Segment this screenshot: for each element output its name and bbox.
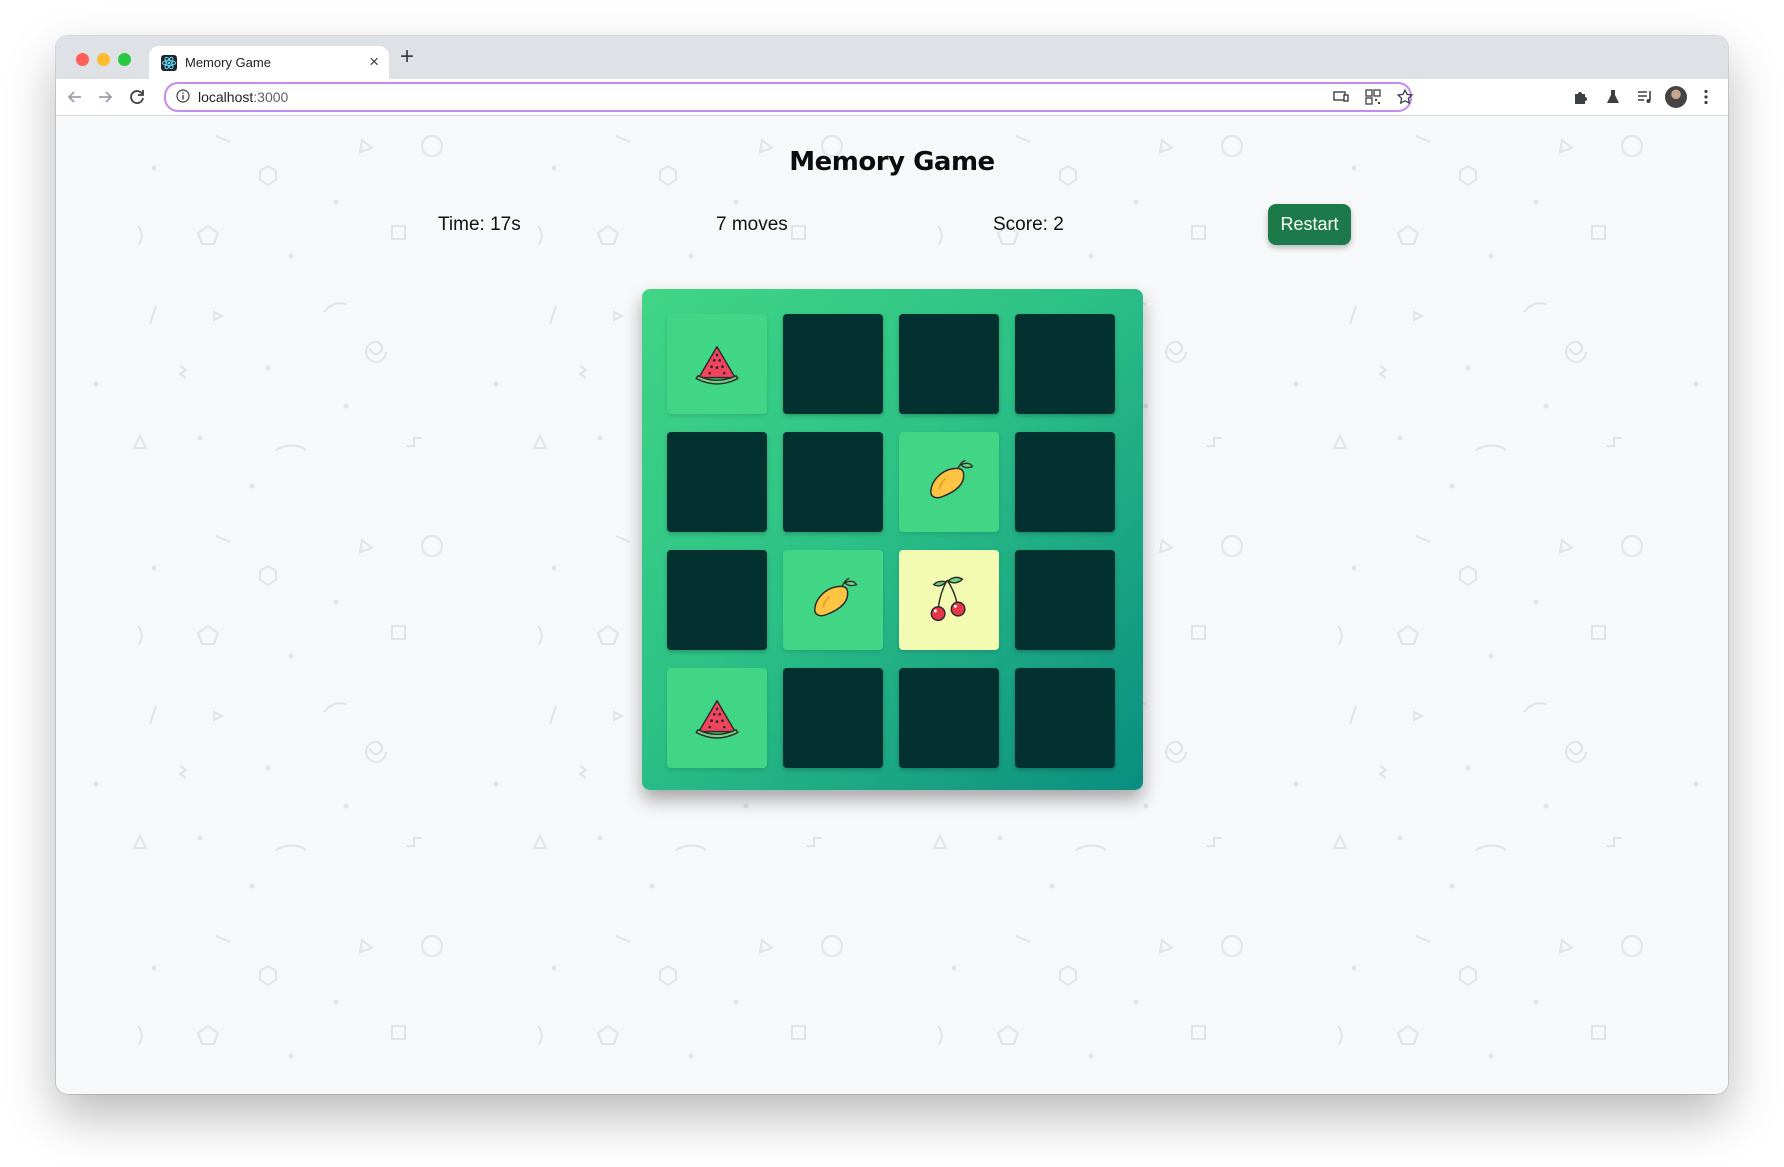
- maximize-window-button[interactable]: [118, 53, 131, 66]
- watermelon-icon: [695, 346, 739, 385]
- tab-title: Memory Game: [185, 55, 271, 70]
- browser-toolbar: localhost:3000: [56, 79, 1728, 116]
- memory-card[interactable]: [1015, 314, 1115, 414]
- forward-arrow-icon[interactable]: [94, 86, 116, 108]
- memory-card[interactable]: [783, 432, 883, 532]
- qr-code-icon[interactable]: [1364, 88, 1382, 106]
- game-board: [642, 289, 1143, 790]
- profile-avatar-icon[interactable]: [1665, 86, 1687, 108]
- memory-card[interactable]: [783, 314, 883, 414]
- new-tab-button[interactable]: +: [400, 45, 414, 69]
- minimize-window-button[interactable]: [97, 53, 110, 66]
- memory-card[interactable]: [667, 432, 767, 532]
- memory-card[interactable]: [783, 668, 883, 768]
- url-text[interactable]: localhost:3000: [198, 89, 288, 105]
- mango-icon: [930, 459, 974, 499]
- memory-card[interactable]: [667, 550, 767, 650]
- memory-card[interactable]: [667, 314, 767, 414]
- extensions-puzzle-icon[interactable]: [1571, 87, 1591, 107]
- info-icon[interactable]: [176, 89, 190, 103]
- tab-close-icon[interactable]: ×: [369, 52, 379, 72]
- watermelon-icon: [695, 700, 739, 739]
- memory-card[interactable]: [1015, 432, 1115, 532]
- score-display: Score: 2: [993, 214, 1064, 235]
- game-title: Memory Game: [789, 147, 995, 177]
- address-bar[interactable]: localhost:3000: [164, 82, 1414, 112]
- restart-button[interactable]: Restart: [1268, 204, 1351, 245]
- cast-icon[interactable]: [1332, 88, 1350, 106]
- back-arrow-icon[interactable]: [64, 86, 86, 108]
- memory-card[interactable]: [899, 314, 999, 414]
- tab-strip: Memory Game × +: [56, 36, 1728, 79]
- memory-card[interactable]: [899, 668, 999, 768]
- tab-memory-game[interactable]: Memory Game ×: [149, 46, 389, 79]
- memory-card[interactable]: [899, 432, 999, 532]
- moves-counter: 7 moves: [716, 214, 788, 235]
- page-viewport: Memory Game Time: 17s 7 moves Score: 2 R…: [56, 116, 1728, 1094]
- memory-card[interactable]: [667, 668, 767, 768]
- timer-display: Time: 17s: [438, 214, 521, 235]
- url-port: :3000: [253, 89, 289, 105]
- labs-flask-icon[interactable]: [1603, 87, 1623, 107]
- close-window-button[interactable]: [76, 53, 89, 66]
- media-playlist-icon[interactable]: [1635, 87, 1655, 107]
- memory-card[interactable]: [783, 550, 883, 650]
- star-bookmark-icon[interactable]: [1396, 88, 1414, 106]
- reload-icon[interactable]: [126, 86, 148, 108]
- browser-window: Memory Game × + localhost:3000 Memory Ga…: [56, 36, 1728, 1094]
- mango-icon: [814, 577, 858, 617]
- more-vertical-icon[interactable]: [1696, 87, 1716, 107]
- react-logo-icon: [161, 55, 177, 71]
- memory-card[interactable]: [1015, 668, 1115, 768]
- memory-card[interactable]: [1015, 550, 1115, 650]
- cherry-icon: [930, 576, 966, 622]
- url-host: localhost: [198, 89, 254, 105]
- memory-card[interactable]: [899, 550, 999, 650]
